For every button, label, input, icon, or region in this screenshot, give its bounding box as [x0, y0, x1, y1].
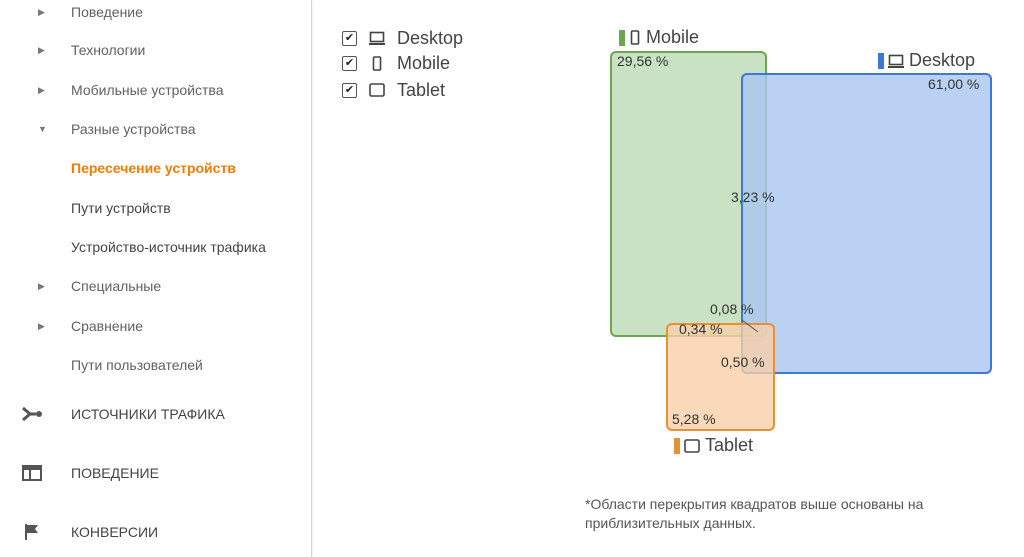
- mobile-swatch: [619, 29, 625, 46]
- series-name: Tablet: [705, 435, 754, 455]
- tablet-swatch: [674, 437, 680, 454]
- tablet-icon: [683, 438, 701, 454]
- mobile-value-label: 29,56 %: [617, 53, 669, 69]
- mobile-tablet-overlap-label: 0,34 %: [679, 321, 723, 337]
- series-title-tablet: Tablet: [674, 435, 753, 456]
- series-name: Mobile: [646, 27, 700, 47]
- desktop-icon: [887, 53, 905, 69]
- series-title-desktop: Desktop: [878, 50, 975, 71]
- series-name: Desktop: [909, 50, 976, 70]
- mobile-icon: [628, 30, 642, 46]
- all-devices-overlap-label: 0,08 %: [710, 301, 754, 317]
- desktop-swatch: [878, 52, 884, 69]
- approximation-footnote: *Области перекрытия квадратов выше основ…: [585, 496, 924, 531]
- desktop-value-label: 61,00 %: [928, 76, 980, 92]
- desktop-tablet-overlap-label: 0,50 %: [721, 354, 765, 370]
- tablet-value-label: 5,28 %: [672, 411, 716, 427]
- series-title-mobile: Mobile: [619, 27, 699, 48]
- desktop-square[interactable]: [741, 73, 992, 374]
- device-overlap-diagram: [610, 51, 992, 431]
- mobile-desktop-overlap-label: 3,23 %: [731, 189, 775, 205]
